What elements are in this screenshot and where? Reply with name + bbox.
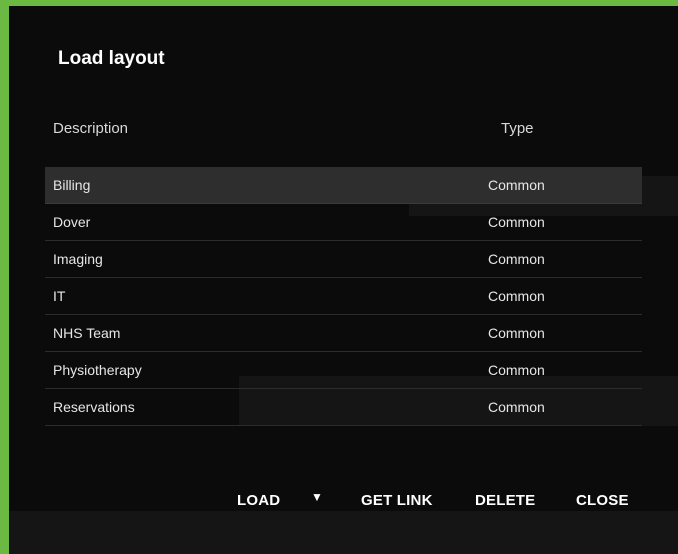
caret-down-icon[interactable]: ▼: [311, 490, 323, 504]
row-type: Common: [488, 362, 545, 378]
row-type: Common: [488, 325, 545, 341]
table-row[interactable]: IT Common: [45, 278, 642, 315]
row-description: Dover: [53, 214, 91, 230]
dialog-actions: LOAD ▼ GET LINK DELETE CLOSE: [9, 490, 678, 516]
row-description: NHS Team: [53, 325, 121, 341]
column-header-type[interactable]: Type: [501, 120, 534, 137]
delete-button[interactable]: DELETE: [475, 492, 535, 509]
load-button[interactable]: LOAD: [237, 492, 280, 509]
get-link-button[interactable]: GET LINK: [361, 492, 433, 509]
table-row[interactable]: Imaging Common: [45, 241, 642, 278]
row-description: IT: [53, 288, 66, 304]
row-type: Common: [488, 399, 545, 415]
table-row[interactable]: NHS Team Common: [45, 315, 642, 352]
row-description: Imaging: [53, 251, 103, 267]
table-row[interactable]: Reservations Common: [45, 389, 642, 426]
row-description: Physiotherapy: [53, 362, 142, 378]
row-type: Common: [488, 288, 545, 304]
table-row[interactable]: Physiotherapy Common: [45, 352, 642, 389]
row-type: Common: [488, 251, 545, 267]
load-layout-dialog: Load layout Description Type Billing Com…: [9, 6, 678, 554]
app-window: Load layout Description Type Billing Com…: [9, 6, 678, 554]
row-description: Billing: [53, 177, 91, 193]
row-description: Reservations: [53, 399, 135, 415]
layout-table: Billing Common Dover Common Imaging Comm…: [45, 167, 642, 426]
table-row[interactable]: Dover Common: [45, 204, 642, 241]
row-type: Common: [488, 177, 545, 193]
close-button[interactable]: CLOSE: [576, 492, 629, 509]
row-type: Common: [488, 214, 545, 230]
table-row[interactable]: Billing Common: [45, 167, 642, 204]
column-header-description[interactable]: Description: [53, 120, 128, 137]
dialog-title: Load layout: [58, 48, 165, 69]
